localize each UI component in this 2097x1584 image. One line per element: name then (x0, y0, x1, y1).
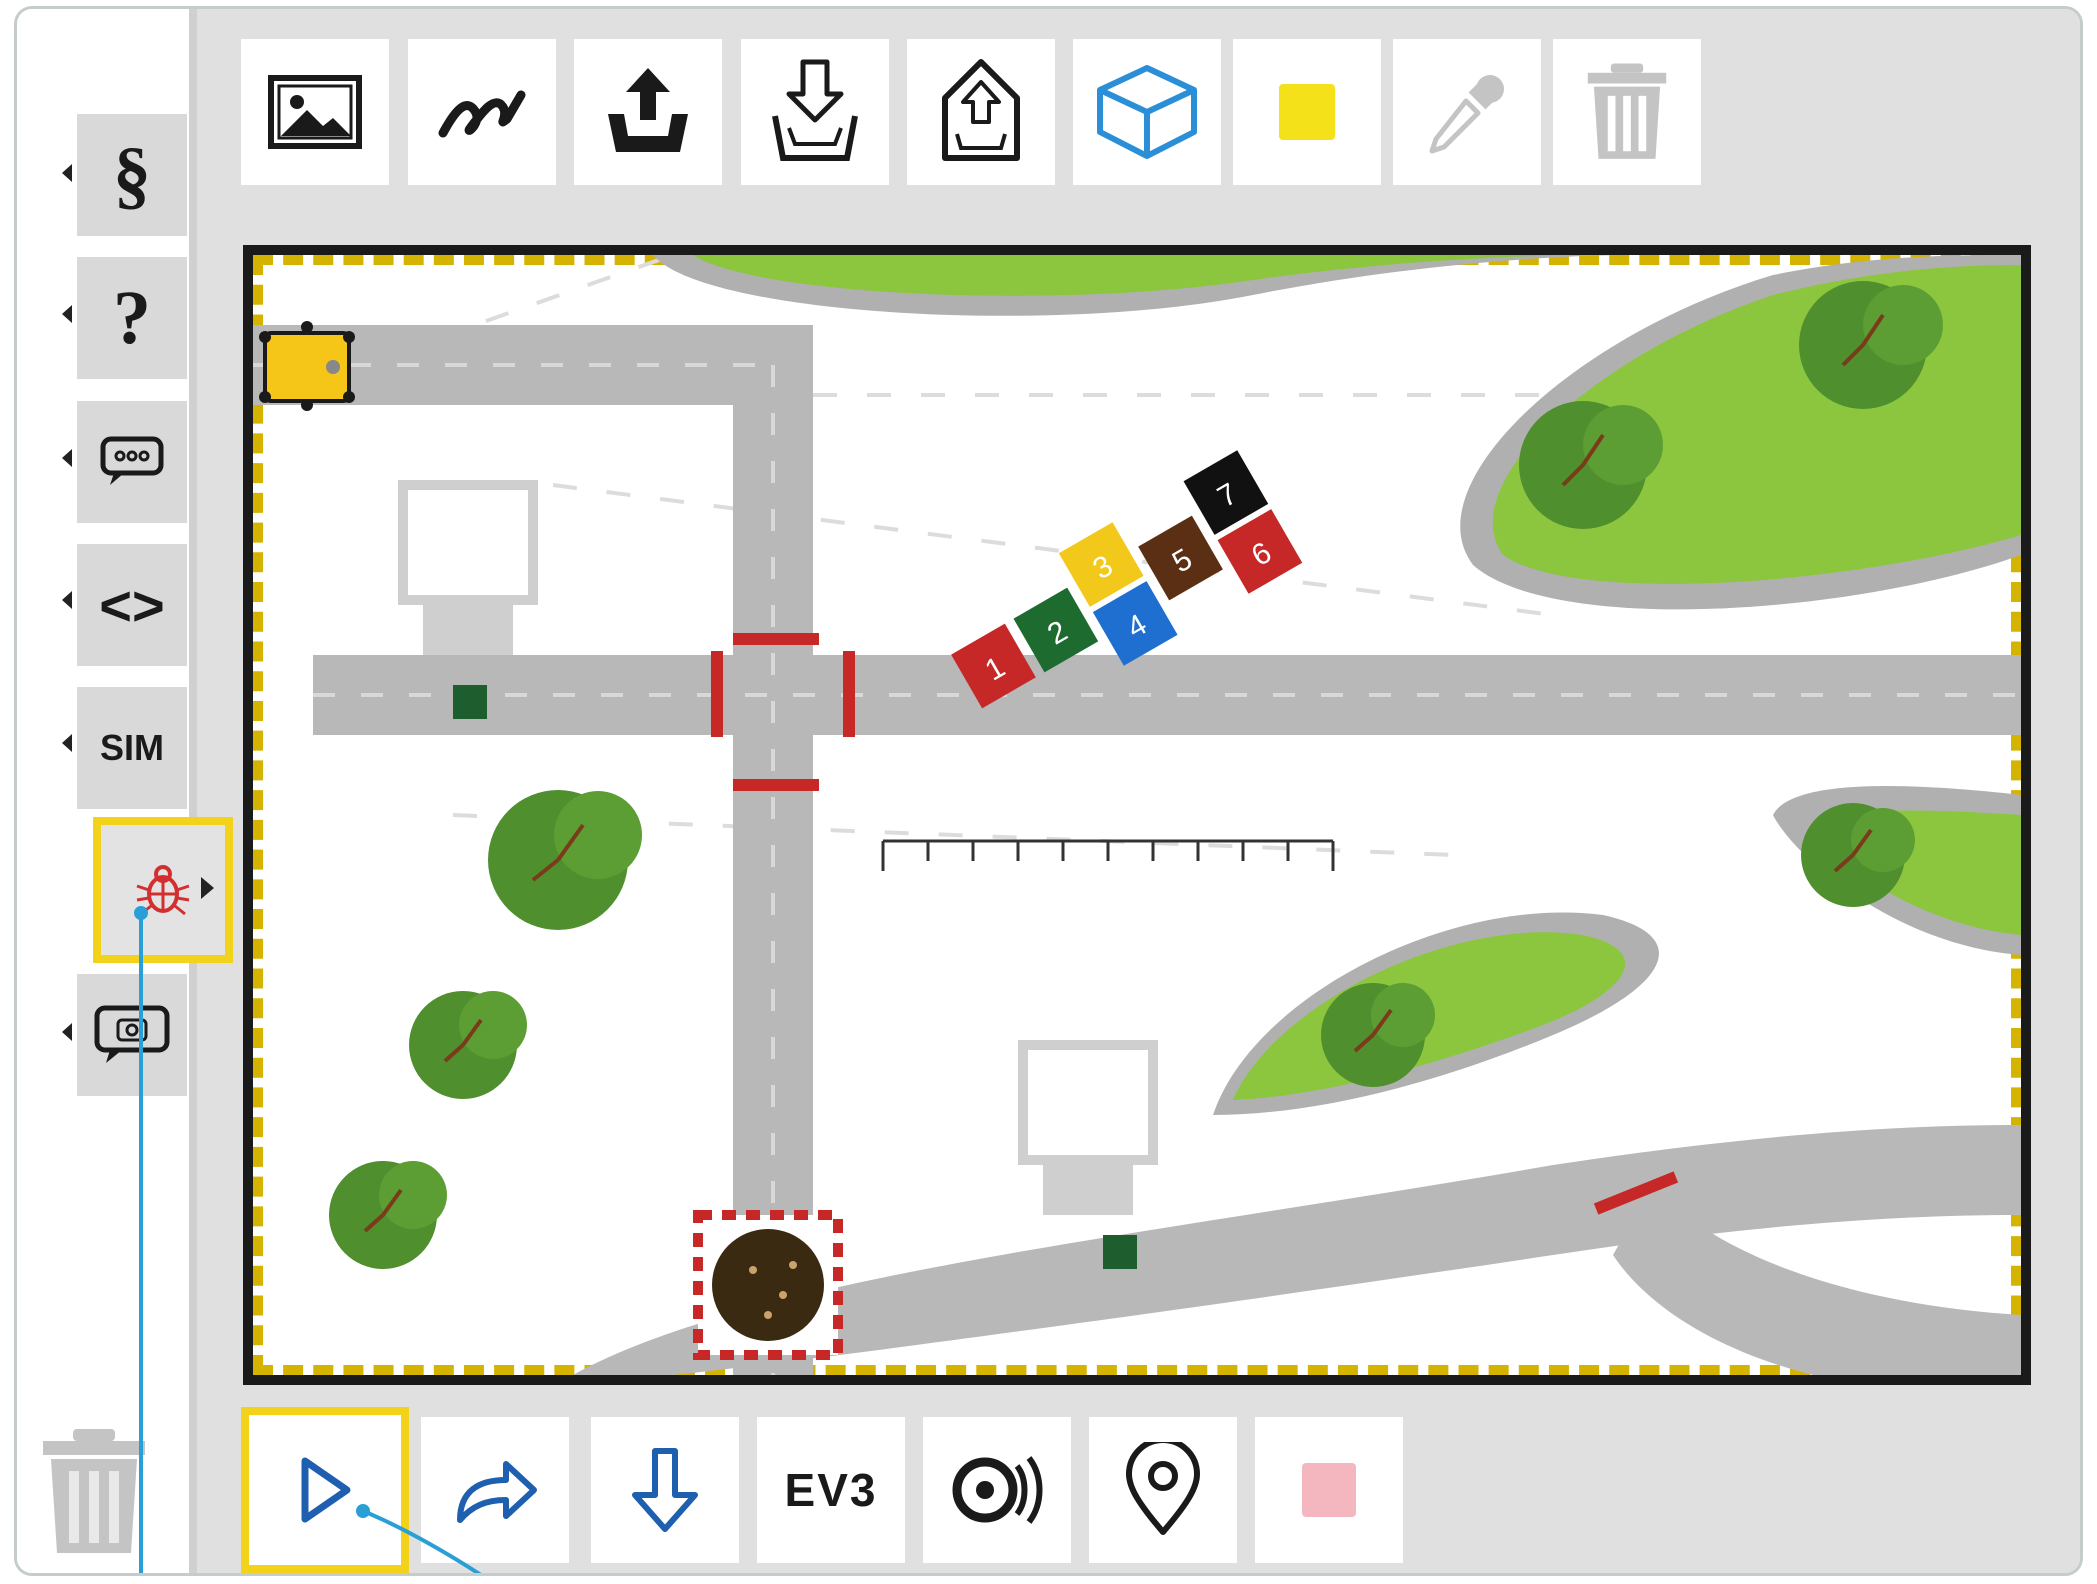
simulation-window: § ? <> SIM P P 1 2 3 4 5 6 7 EV3 (14, 6, 2083, 1576)
callout-lines (134, 906, 482, 1573)
